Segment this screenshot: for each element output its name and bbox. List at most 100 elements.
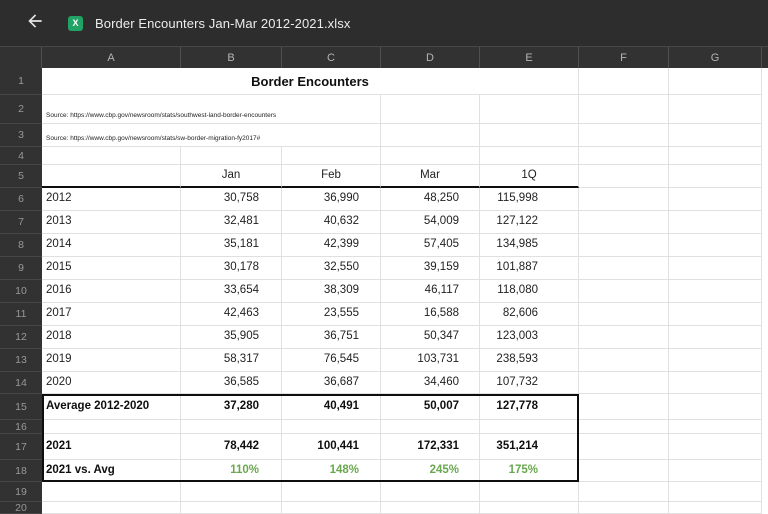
column-header-A[interactable]: A <box>42 47 181 68</box>
cell-A17-summary-label[interactable]: 2021 <box>42 434 181 460</box>
cell-F6[interactable] <box>579 188 669 211</box>
cell-G19[interactable] <box>669 482 762 502</box>
cell-G8[interactable] <box>669 234 762 257</box>
cell-A8-year[interactable]: 2014 <box>42 234 181 257</box>
cell-F3[interactable] <box>579 124 669 147</box>
select-all-corner[interactable] <box>0 47 42 68</box>
row-header-14[interactable]: 14 <box>0 372 42 394</box>
cell-F8[interactable] <box>579 234 669 257</box>
cell-F20[interactable] <box>579 502 669 514</box>
cell-E6[interactable]: 115,998 <box>480 188 579 211</box>
cell-A2-source-note[interactable]: Source: https://www.cbp.gov/newsroom/sta… <box>42 95 381 124</box>
cell-A20[interactable] <box>42 502 181 514</box>
cell-F9[interactable] <box>579 257 669 280</box>
cell-C11[interactable]: 23,555 <box>282 303 381 326</box>
cell-D15[interactable]: 50,007 <box>381 394 480 420</box>
cell-E7[interactable]: 127,122 <box>480 211 579 234</box>
cell-G5[interactable] <box>669 165 762 188</box>
back-button[interactable] <box>22 10 48 36</box>
cell-C6[interactable]: 36,990 <box>282 188 381 211</box>
cell-F12[interactable] <box>579 326 669 349</box>
cell-E11[interactable]: 82,606 <box>480 303 579 326</box>
cell-D18[interactable]: 245% <box>381 460 480 482</box>
cell-B6[interactable]: 30,758 <box>181 188 282 211</box>
cell-G9[interactable] <box>669 257 762 280</box>
cell-E15[interactable]: 127,778 <box>480 394 579 420</box>
row-header-4[interactable]: 4 <box>0 147 42 165</box>
cell-D7[interactable]: 54,009 <box>381 211 480 234</box>
row-header-10[interactable]: 10 <box>0 280 42 303</box>
cell-A3-source-note[interactable]: Source: https://www.cbp.gov/newsroom/sta… <box>42 124 381 147</box>
cell-C7[interactable]: 40,632 <box>282 211 381 234</box>
cell-G16[interactable] <box>669 420 762 434</box>
cell-E18[interactable]: 175% <box>480 460 579 482</box>
column-header-G[interactable]: G <box>669 47 762 68</box>
cell-G17[interactable] <box>669 434 762 460</box>
cell-G10[interactable] <box>669 280 762 303</box>
row-header-8[interactable]: 8 <box>0 234 42 257</box>
cell-D5-header[interactable]: Mar <box>381 165 480 188</box>
cell-E16[interactable] <box>480 420 579 434</box>
cell-C9[interactable]: 32,550 <box>282 257 381 280</box>
cell-C16[interactable] <box>282 420 381 434</box>
cell-F7[interactable] <box>579 211 669 234</box>
cell-D13[interactable]: 103,731 <box>381 349 480 372</box>
cell-G18[interactable] <box>669 460 762 482</box>
column-header-E[interactable]: E <box>480 47 579 68</box>
cell-B15[interactable]: 37,280 <box>181 394 282 420</box>
cell-C8[interactable]: 42,399 <box>282 234 381 257</box>
cell-D14[interactable]: 34,460 <box>381 372 480 394</box>
row-header-1[interactable]: 1 <box>0 68 42 95</box>
cell-E4[interactable] <box>480 147 579 165</box>
cell-E9[interactable]: 101,887 <box>480 257 579 280</box>
cell-G15[interactable] <box>669 394 762 420</box>
cell-A19[interactable] <box>42 482 181 502</box>
cell-D17[interactable]: 172,331 <box>381 434 480 460</box>
cell-F1[interactable] <box>579 68 669 95</box>
cell-D20[interactable] <box>381 502 480 514</box>
cell-G2[interactable] <box>669 95 762 124</box>
cell-G3[interactable] <box>669 124 762 147</box>
row-header-16[interactable]: 16 <box>0 420 42 434</box>
cell-D8[interactable]: 57,405 <box>381 234 480 257</box>
row-header-12[interactable]: 12 <box>0 326 42 349</box>
cell-F14[interactable] <box>579 372 669 394</box>
cell-F4[interactable] <box>579 147 669 165</box>
cell-F10[interactable] <box>579 280 669 303</box>
cell-F11[interactable] <box>579 303 669 326</box>
cell-D19[interactable] <box>381 482 480 502</box>
cell-F5[interactable] <box>579 165 669 188</box>
cell-C18[interactable]: 148% <box>282 460 381 482</box>
cell-D11[interactable]: 16,588 <box>381 303 480 326</box>
cell-A9-year[interactable]: 2015 <box>42 257 181 280</box>
cell-C19[interactable] <box>282 482 381 502</box>
cell-B18[interactable]: 110% <box>181 460 282 482</box>
cell-F15[interactable] <box>579 394 669 420</box>
cell-C20[interactable] <box>282 502 381 514</box>
cell-F17[interactable] <box>579 434 669 460</box>
column-header-C[interactable]: C <box>282 47 381 68</box>
cell-F19[interactable] <box>579 482 669 502</box>
cell-F2[interactable] <box>579 95 669 124</box>
cell-A11-year[interactable]: 2017 <box>42 303 181 326</box>
row-header-13[interactable]: 13 <box>0 349 42 372</box>
cell-E5-header[interactable]: 1Q <box>480 165 579 188</box>
cell-G13[interactable] <box>669 349 762 372</box>
cell-G11[interactable] <box>669 303 762 326</box>
cell-C10[interactable]: 38,309 <box>282 280 381 303</box>
cell-D3[interactable] <box>381 124 480 147</box>
cell-F13[interactable] <box>579 349 669 372</box>
row-header-17[interactable]: 17 <box>0 434 42 460</box>
cell-G1[interactable] <box>669 68 762 95</box>
cell-G12[interactable] <box>669 326 762 349</box>
cell-C13[interactable]: 76,545 <box>282 349 381 372</box>
cell-B20[interactable] <box>181 502 282 514</box>
cell-A7-year[interactable]: 2013 <box>42 211 181 234</box>
cell-A18-summary-label[interactable]: 2021 vs. Avg <box>42 460 181 482</box>
cell-C5-header[interactable]: Feb <box>282 165 381 188</box>
row-header-6[interactable]: 6 <box>0 188 42 211</box>
row-header-20[interactable]: 20 <box>0 502 42 514</box>
row-header-15[interactable]: 15 <box>0 394 42 420</box>
cell-D6[interactable]: 48,250 <box>381 188 480 211</box>
cell-A10-year[interactable]: 2016 <box>42 280 181 303</box>
